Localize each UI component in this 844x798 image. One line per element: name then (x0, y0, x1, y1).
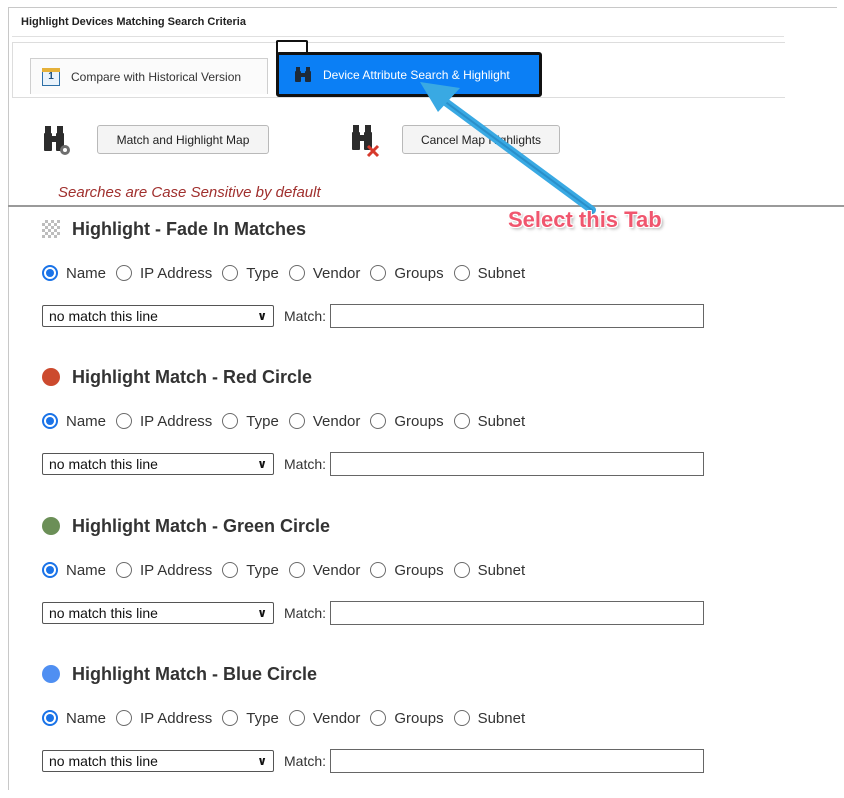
annotation-arrow-icon (420, 82, 596, 214)
select-tab-annotation: Select this Tab (508, 207, 662, 232)
